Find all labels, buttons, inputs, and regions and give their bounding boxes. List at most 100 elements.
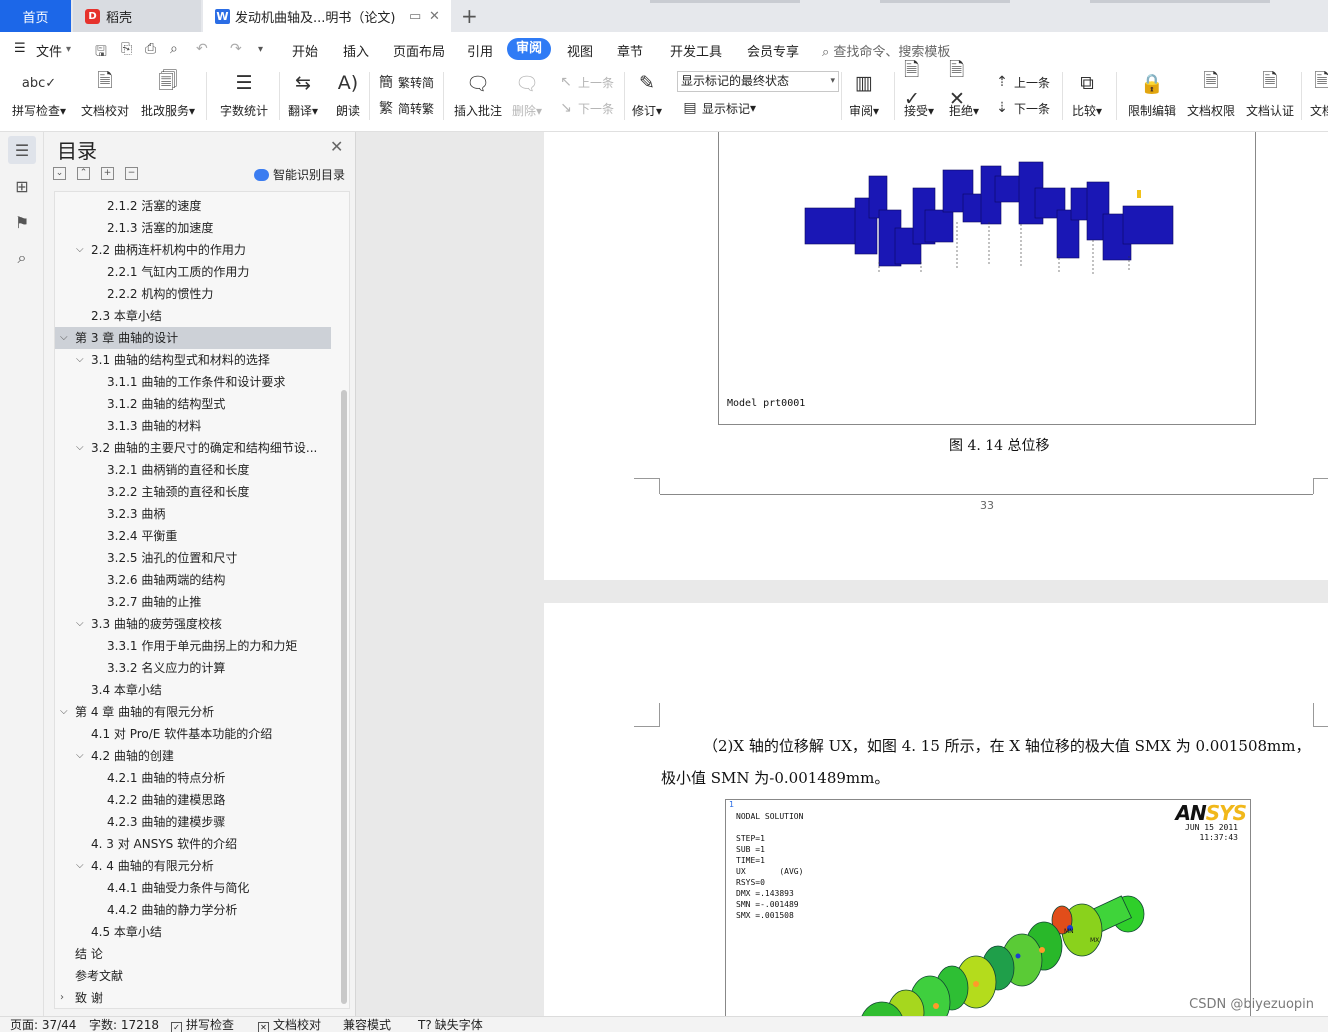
toc-item[interactable]: 3.1.3 曲轴的材料 [55,415,341,437]
toc-panel-icon[interactable]: ☰ [8,136,36,164]
toc-item[interactable]: ⌵ 3.2 曲轴的主要尺寸的确定和结构细节设... [55,437,341,459]
toc-item[interactable]: ⌵ 第 4 章 曲轴的有限元分析 [55,701,341,723]
prev-change-button[interactable]: ⇡ 上一条 [993,71,1050,93]
menu-view[interactable]: 视图 [567,41,593,60]
doc-proof-toggle[interactable]: ✕ 文档校对 [258,1017,321,1032]
tab-close-icon[interactable]: ✕ [429,9,440,24]
revise-service-button[interactable]: 🗐 批改服务▾ [141,68,195,126]
next-change-button[interactable]: ⇣ 下一条 [993,97,1050,119]
toc-item[interactable]: 4.4.1 曲轴受力条件与简化 [55,877,341,899]
chevron-down-icon[interactable]: ⌵ [76,239,84,261]
doc-permission-button[interactable]: 🗎 文档权限 [1187,68,1235,126]
toc-item[interactable]: 3.3.2 名义应力的计算 [55,657,341,679]
insert-comment-button[interactable]: 🗨 插入批注 [454,68,502,126]
delete-comment-button[interactable]: 🗨 删除▾ [512,68,542,126]
toc-item[interactable]: 3.2.4 平衡重 [55,525,341,547]
word-count-button[interactable]: ☰ 字数统计 [220,68,268,126]
chevron-down-icon[interactable]: ⌵ [76,745,84,767]
trad-to-simp-button[interactable]: 簡繁转简 [377,71,434,93]
missing-font-button[interactable]: T? 缺失字体 [418,1017,483,1032]
document-page[interactable]: （2)X 轴的位移解 UX，如图 4. 15 所示，在 X 轴位移的极大值 SM… [544,603,1328,1016]
next-comment-button[interactable]: ↘ 下一条 [557,97,614,119]
menu-insert[interactable]: 插入 [343,41,369,60]
undo-icon[interactable]: ↶ [196,41,208,57]
print-preview-icon[interactable]: ⌕ [170,41,178,57]
tab-docer[interactable]: D 稻壳 [73,0,201,32]
toc-item[interactable]: 3.2.6 曲轴两端的结构 [55,569,341,591]
expand-all-icon[interactable]: ⌄ [53,167,66,180]
body-paragraph[interactable]: （2)X 轴的位移解 UX，如图 4. 15 所示，在 X 轴位移的极大值 SM… [661,730,1321,794]
doc-certify-button[interactable]: 🗎 文档认证 [1246,68,1294,126]
toc-item[interactable]: 3.1.1 曲轴的工作条件和设计要求 [55,371,341,393]
toc-item[interactable]: 4. 3 对 ANSYS 软件的介绍 [55,833,341,855]
toc-item[interactable]: 2.2.2 机构的惯性力 [55,283,341,305]
simp-to-trad-button[interactable]: 繁简转繁 [377,97,434,119]
toc-item[interactable]: 3.2.5 油孔的位置和尺寸 [55,547,341,569]
close-icon[interactable]: ✕ [330,137,343,156]
toc-item[interactable]: 2.2.1 气缸内工质的作用力 [55,261,341,283]
chevron-down-icon[interactable]: ⌵ [60,701,68,723]
toc-item[interactable]: 3.2.3 曲柄 [55,503,341,525]
spell-check-button[interactable]: abc✓ 拼写检查▾ [12,68,66,126]
page-indicator[interactable]: 页面: 37/44 [10,1017,76,1032]
toc-item[interactable]: 2.1.3 活塞的加速度 [55,217,341,239]
toc-item[interactable]: ⌵ 第 3 章 曲轴的设计 [55,327,331,349]
toc-item[interactable]: 4.2.1 曲轴的特点分析 [55,767,341,789]
toc-item[interactable]: ⌵ 3.3 曲轴的疲劳强度校核 [55,613,341,635]
toc-item[interactable]: 3.2.2 主轴颈的直径和长度 [55,481,341,503]
toc-item[interactable]: 4.1 对 Pro/E 软件基本功能的介绍 [55,723,341,745]
read-aloud-button[interactable]: A) 朗读 [333,68,363,126]
print-icon[interactable]: ⎙ [145,41,156,57]
export-pdf-icon[interactable]: ⎘ [121,41,132,57]
collapse-level-icon[interactable]: − [125,167,138,180]
prev-comment-button[interactable]: ↖ 上一条 [557,71,614,93]
menu-start[interactable]: 开始 [292,41,318,60]
toc-item[interactable]: ⌵ 4.2 曲轴的创建 [55,745,341,767]
toc-scrollbar[interactable] [341,390,347,1004]
restrict-edit-button[interactable]: 🔒 限制编辑 [1128,68,1176,126]
toc-item[interactable]: 3.3.1 作用于单元曲拐上的力和力矩 [55,635,341,657]
toc-item[interactable]: 2.3 本章小结 [55,305,341,327]
toc-item[interactable]: 4.4.2 曲轴的静力学分析 [55,899,341,921]
chevron-right-icon[interactable]: › [60,987,64,1008]
chevron-down-icon[interactable]: ⌵ [76,855,84,877]
toc-item[interactable]: ⌵ 3.1 曲轴的结构型式和材料的选择 [55,349,341,371]
collapse-all-icon[interactable]: ⌃ [77,167,90,180]
chevron-down-icon[interactable]: ⌵ [76,349,84,371]
accept-button[interactable]: 🗎✓ 接受▾ [904,59,934,126]
track-changes-button[interactable]: ✎ 修订▾ [632,68,662,126]
translate-button[interactable]: ⇆ 翻译▾ [288,68,318,126]
tab-restore-icon[interactable]: ▭ [409,9,421,24]
review-pane-button[interactable]: ▥ 审阅▾ [849,68,879,126]
toc-item[interactable]: 3.4 本章小结 [55,679,341,701]
menu-developer[interactable]: 开发工具 [670,41,722,60]
menu-section[interactable]: 章节 [617,41,643,60]
chevron-down-icon[interactable]: ⌵ [76,437,84,459]
reject-button[interactable]: 🗎✕ 拒绝▾ [949,59,979,126]
toc-item[interactable]: 3.1.2 曲轴的结构型式 [55,393,341,415]
smart-toc-button[interactable]: 智能识别目录 [254,166,345,183]
hamburger-icon[interactable]: ☰ [14,41,26,56]
menu-references[interactable]: 引用 [467,41,493,60]
navigation-pane-icon[interactable]: ⊞ [8,172,36,200]
toc-item[interactable]: 4.2.3 曲轴的建模步骤 [55,811,341,833]
menu-member[interactable]: 会员专享 [747,41,799,60]
toc-item[interactable]: 4.5 本章小结 [55,921,341,943]
chevron-down-icon[interactable]: ▾ [66,44,71,55]
doc-more-button[interactable]: 🗎 文档 [1307,68,1328,126]
markup-state-select[interactable]: 显示标记的最终状态 ▾ [677,71,839,92]
toc-item[interactable]: ⌵ 4. 4 曲轴的有限元分析 [55,855,341,877]
toc-item[interactable]: › 致 谢 [55,987,341,1008]
spell-check-toggle[interactable]: ✓ 拼写检查 [171,1017,234,1032]
expand-level-icon[interactable]: + [101,167,114,180]
toc-item[interactable]: ⌵ 2.2 曲柄连杆机构中的作用力 [55,239,341,261]
menu-file[interactable]: 文件 [36,41,62,60]
doc-proof-button[interactable]: 🗎 文档校对 [81,68,129,126]
document-page[interactable]: Model prt0001 图 4. 14 总位移 33 [544,132,1328,580]
toc-item[interactable]: 2.1.2 活塞的速度 [55,195,341,217]
redo-icon[interactable]: ↷ [230,41,242,57]
toc-item[interactable]: 4.2.2 曲轴的建模思路 [55,789,341,811]
new-tab-plus-icon[interactable]: + [461,4,478,28]
bookmark-icon[interactable]: ⚑ [8,208,36,236]
compare-button[interactable]: ⧉ 比较▾ [1072,68,1102,126]
